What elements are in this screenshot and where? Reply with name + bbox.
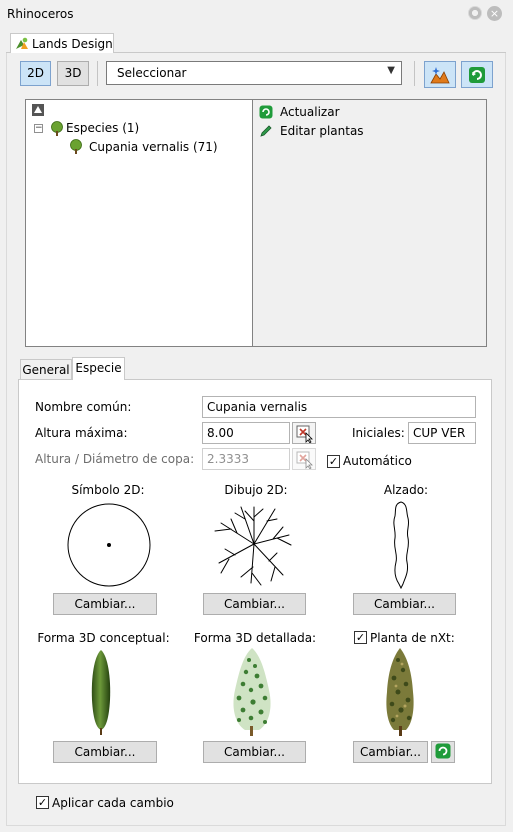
refresh-icon bbox=[469, 67, 485, 83]
symbol-2d-caption: Símbolo 2D: bbox=[71, 483, 145, 497]
lands-design-icon bbox=[16, 37, 28, 49]
species-tree[interactable] bbox=[25, 99, 253, 347]
ratio-field[interactable]: 2.3333 bbox=[202, 448, 290, 470]
max-height-label: Altura máxima: bbox=[35, 426, 128, 440]
apply-each-change-label: Aplicar cada cambio bbox=[52, 796, 174, 810]
pick-cursor-icon bbox=[296, 425, 313, 444]
refresh-icon bbox=[435, 743, 451, 759]
tree-icon bbox=[70, 139, 82, 154]
symbol-2d-preview bbox=[67, 503, 151, 587]
document-root-icon bbox=[32, 104, 44, 116]
terrain-tool-button[interactable] bbox=[424, 61, 456, 88]
tree-node-cupania[interactable]: Cupania vernalis (71) bbox=[89, 140, 218, 154]
change-detailed-3d-button[interactable]: Cambiar... bbox=[203, 741, 306, 763]
initials-label: Iniciales: bbox=[352, 426, 405, 440]
toolbar-separator bbox=[414, 61, 415, 86]
window-title: Rhinoceros bbox=[7, 7, 74, 21]
pick-height-button[interactable] bbox=[292, 422, 316, 444]
elevation-caption: Alzado: bbox=[383, 483, 429, 497]
edit-plants-command[interactable]: Editar plantas bbox=[280, 124, 364, 138]
elevation-preview bbox=[393, 501, 410, 590]
detailed-3d-preview bbox=[233, 648, 271, 736]
view-3d-button[interactable]: 3D bbox=[57, 61, 89, 86]
update-command[interactable]: Actualizar bbox=[280, 105, 340, 119]
refresh-tool-button[interactable] bbox=[461, 61, 493, 88]
auto-checkbox[interactable]: ✓ bbox=[327, 455, 340, 468]
nxt-plant-caption: Planta de nXt: bbox=[370, 631, 455, 645]
conceptual-3d-caption: Forma 3D conceptual: bbox=[37, 631, 170, 645]
auto-label: Automático bbox=[343, 454, 412, 468]
detailed-3d-caption: Forma 3D detallada: bbox=[193, 631, 317, 645]
pick-cursor-icon bbox=[296, 451, 313, 470]
toolbar-separator bbox=[97, 61, 98, 86]
ratio-label: Altura / Diámetro de copa: bbox=[35, 452, 195, 466]
change-elevation-button[interactable]: Cambiar... bbox=[353, 593, 456, 615]
chevron-down-icon: ▼ bbox=[387, 65, 395, 76]
close-icon[interactable]: × bbox=[487, 6, 502, 21]
tree-icon bbox=[51, 121, 63, 136]
change-symbol-2d-button[interactable]: Cambiar... bbox=[53, 593, 157, 615]
nxt-plant-preview bbox=[386, 648, 414, 736]
change-conceptual-3d-button[interactable]: Cambiar... bbox=[53, 741, 157, 763]
tab-general[interactable]: General bbox=[20, 359, 72, 381]
conceptual-3d-preview bbox=[91, 650, 111, 735]
change-drawing-2d-button[interactable]: Cambiar... bbox=[203, 593, 306, 615]
gear-icon[interactable] bbox=[468, 6, 482, 20]
window-titlebar: Rhinoceros × bbox=[0, 0, 513, 28]
common-name-label: Nombre común: bbox=[35, 400, 132, 414]
tab-lands-design[interactable]: Lands Design bbox=[10, 33, 114, 53]
apply-each-change-checkbox[interactable]: ✓ bbox=[36, 796, 49, 809]
terrain-sparkle-icon bbox=[430, 67, 450, 84]
pencil-icon bbox=[260, 125, 272, 137]
nxt-plant-checkbox[interactable]: ✓ bbox=[354, 631, 367, 644]
refresh-nxt-button[interactable] bbox=[431, 741, 455, 763]
mode-dropdown-value: Seleccionar bbox=[117, 66, 187, 80]
drawing-2d-caption: Dibujo 2D: bbox=[224, 483, 288, 497]
active-tab-joiner bbox=[73, 379, 124, 381]
update-icon bbox=[259, 105, 273, 119]
tab-especie[interactable]: Especie bbox=[72, 357, 125, 381]
initials-field[interactable]: CUP VER bbox=[408, 422, 476, 444]
change-nxt-plant-button[interactable]: Cambiar... bbox=[353, 741, 428, 763]
tree-node-species[interactable]: Especies (1) bbox=[66, 121, 139, 135]
common-name-field[interactable]: Cupania vernalis bbox=[202, 396, 476, 418]
pick-ratio-button[interactable] bbox=[292, 448, 316, 470]
doc-tab-label: Lands Design bbox=[32, 37, 113, 51]
mode-dropdown[interactable]: Seleccionar ▼ bbox=[106, 61, 402, 85]
max-height-field[interactable]: 8.00 bbox=[202, 422, 290, 444]
drawing-2d-preview bbox=[214, 506, 292, 586]
tree-collapse-toggle[interactable]: − bbox=[34, 124, 43, 133]
view-2d-button[interactable]: 2D bbox=[20, 61, 51, 86]
